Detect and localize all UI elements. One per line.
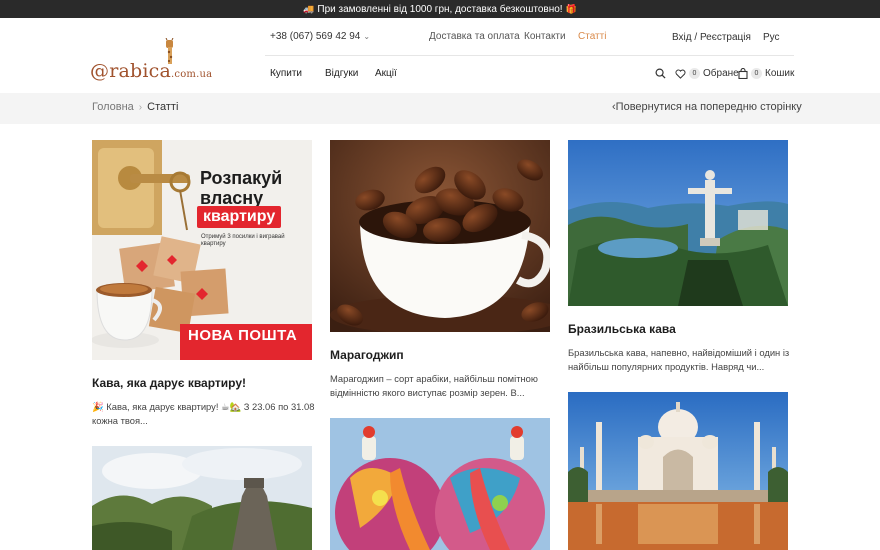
article-title[interactable]: Бразильська кава: [568, 322, 676, 336]
article-image-pyramid[interactable]: [92, 446, 312, 550]
search-icon: [655, 68, 666, 79]
link-delivery[interactable]: Доставка та оплата: [429, 31, 520, 42]
article-image-taj-mahal[interactable]: [568, 392, 788, 550]
excerpt-line: 🎉 Кава, яка дарує квартиру! ☕🏡 З 23.06 п…: [92, 401, 315, 412]
favorites-count: 0: [689, 68, 700, 79]
cart-label: Кошик: [765, 68, 795, 79]
promo-bar: 🚚 При замовленні від 1000 грн, доставка б…: [0, 0, 880, 18]
gift-icon: 🎁: [565, 4, 577, 14]
logo-text: @rabica: [90, 60, 172, 82]
back-link-label: Повернутися на попередню сторінку: [615, 101, 802, 113]
nova-poshta-logo: НОВА ПОШТА: [188, 327, 298, 344]
banner-sub-2: квартиру: [201, 241, 226, 247]
breadcrumb-home[interactable]: Головна: [92, 101, 134, 113]
banner-headline-1: Розпакуй: [200, 168, 283, 188]
coffee-cup-image: [330, 140, 550, 332]
article-image-apartment[interactable]: Розпакуй власну квартиру Отримуй 3 посил…: [92, 140, 312, 360]
article-title[interactable]: Кава, яка дарує квартиру!: [92, 376, 246, 390]
promo-text: При замовленні від 1000 грн, доставка бе…: [317, 4, 563, 15]
search-button[interactable]: [655, 68, 666, 79]
breadcrumb: Головна › Статті: [92, 101, 178, 113]
link-articles[interactable]: Статті: [578, 31, 606, 42]
favorites-label: Обране: [703, 68, 739, 79]
article-excerpt: Марагоджип – сорт арабіки, найбільш помі…: [330, 372, 538, 400]
banner-headline-3: квартиру: [197, 206, 282, 228]
cart-button[interactable]: 0 Кошик: [738, 68, 794, 79]
phone-dropdown[interactable]: +38 (067) 569 42 94 ⌄: [270, 31, 370, 42]
article-image-maragogype[interactable]: [330, 140, 550, 332]
elephants-image: [330, 418, 550, 550]
christ-redeemer-image: [568, 140, 788, 306]
nav-reviews[interactable]: Відгуки: [325, 68, 358, 79]
logo-domain: .com.ua: [171, 69, 213, 80]
bag-icon: [738, 68, 748, 79]
login-link[interactable]: Вхід / Реєстрація: [672, 32, 751, 43]
article-excerpt: Бразильська кава, напевно, найвідоміший …: [568, 346, 789, 374]
taj-mahal-image: [568, 392, 788, 550]
pyramid-image: [92, 446, 312, 550]
logo[interactable]: @rabica.com.ua: [90, 38, 212, 84]
heart-icon: [675, 69, 686, 79]
excerpt-line: найбільш популярних продуктів. Навряд чи…: [568, 361, 765, 372]
nav-promos[interactable]: Акції: [375, 68, 397, 79]
excerpt-line: відмінністю якого виступає розмір зерен.…: [330, 387, 525, 398]
article-excerpt: 🎉 Кава, яка дарує квартиру! ☕🏡 З 23.06 п…: [92, 400, 314, 428]
breadcrumb-current: Статті: [147, 101, 179, 113]
chevron-down-icon: ⌄: [363, 32, 371, 41]
chevron-down-icon: ⌄: [272, 69, 278, 76]
back-link[interactable]: ‹Повернутися на попередню сторінку: [612, 101, 802, 113]
excerpt-line: кожна твоя...: [92, 415, 148, 426]
language-switch[interactable]: Рус: [763, 32, 780, 43]
phone-number: +38 (067) 569 42 94: [270, 31, 361, 42]
article-title[interactable]: Марагоджип: [330, 348, 404, 362]
chevron-right-icon: ›: [138, 102, 143, 113]
header-divider: [265, 55, 794, 56]
banner-sub-1: Отримуй 3 посилки і вигравай: [201, 234, 285, 240]
excerpt-line: Марагоджип – сорт арабіки, найбільш помі…: [330, 373, 538, 384]
favorites-button[interactable]: 0 Обране: [675, 68, 739, 79]
link-contacts[interactable]: Контакти: [524, 31, 566, 42]
cart-count: 0: [751, 68, 762, 79]
article-image-brazil[interactable]: [568, 140, 788, 306]
article-image-elephants[interactable]: [330, 418, 550, 550]
excerpt-line: Бразильська кава, напевно, найвідоміший …: [568, 347, 790, 358]
truck-icon: 🚚: [303, 4, 315, 14]
